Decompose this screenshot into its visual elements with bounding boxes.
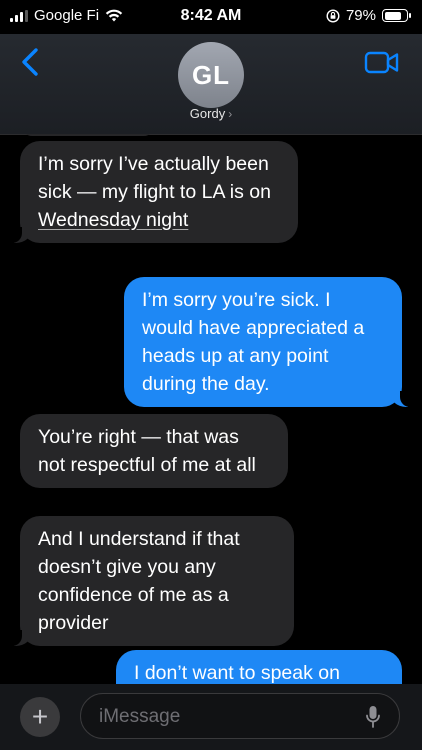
status-bar: Google Fi 8:42 AM 79% bbox=[0, 0, 422, 34]
message-input[interactable]: iMessage bbox=[80, 693, 400, 739]
previous-message-bubble bbox=[22, 134, 154, 136]
video-camera-icon[interactable] bbox=[364, 50, 400, 76]
plus-button[interactable]: + bbox=[20, 697, 60, 737]
battery-icon bbox=[382, 9, 411, 22]
battery-fill bbox=[384, 11, 401, 20]
conversation-header: GL Gordy › bbox=[0, 34, 422, 135]
message-text: I’m sorry you’re sick. I would have appr… bbox=[142, 289, 365, 395]
battery-percent: 79% bbox=[345, 7, 376, 24]
chevron-left-icon[interactable] bbox=[16, 44, 46, 80]
message-text: I’m sorry I’ve actually been sick — my f… bbox=[38, 153, 272, 203]
message-input-placeholder: iMessage bbox=[99, 706, 181, 727]
avatar[interactable]: GL bbox=[178, 42, 244, 108]
message-text: And I understand if that doesn’t give yo… bbox=[38, 528, 240, 634]
message-text: I don’t want to speak on bbox=[134, 662, 340, 684]
compose-bar: + iMessage bbox=[0, 684, 422, 750]
date-link[interactable]: Wednesday night bbox=[38, 209, 188, 231]
sent-message[interactable]: I don’t want to speak on bbox=[116, 650, 402, 684]
message-thread[interactable]: I’m sorry I’ve actually been sick — my f… bbox=[0, 134, 422, 684]
chevron-right-icon: › bbox=[228, 107, 233, 121]
received-message[interactable]: You’re right — that was not respectful o… bbox=[20, 414, 288, 488]
sent-message[interactable]: I’m sorry you’re sick. I would have appr… bbox=[124, 277, 412, 407]
received-message[interactable]: And I understand if that doesn’t give yo… bbox=[10, 516, 294, 646]
microphone-icon[interactable] bbox=[365, 705, 381, 729]
orientation-lock-icon bbox=[326, 8, 340, 23]
contact-name: Gordy bbox=[189, 106, 226, 121]
received-message[interactable]: I’m sorry I’ve actually been sick — my f… bbox=[10, 141, 298, 243]
message-text: You’re right — that was not respectful o… bbox=[38, 426, 256, 476]
contact-name-button[interactable]: Gordy › bbox=[0, 106, 422, 121]
battery-group: 79% bbox=[326, 7, 411, 24]
